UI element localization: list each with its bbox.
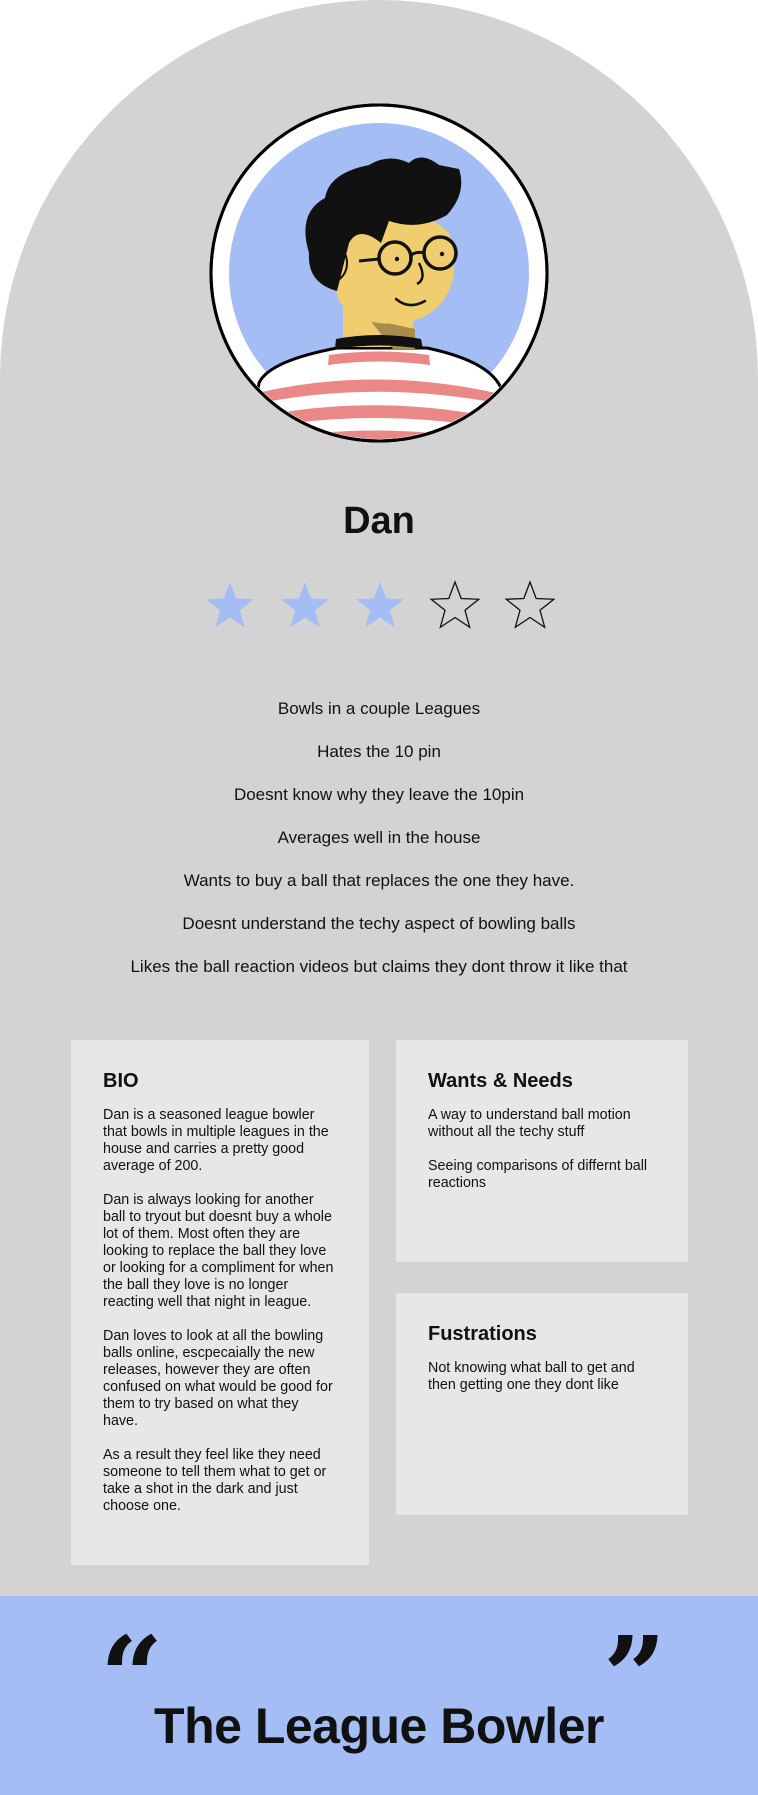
star-icon-outline [429,580,481,629]
wants-needs-title: Wants & Needs [428,1070,573,1092]
wants-needs-card: Wants & Needs A way to understand ball m… [396,1040,688,1262]
wants-needs-item: A way to understand ball motion without … [428,1107,631,1140]
frustrations-item: Not knowing what ball to get and then ge… [428,1360,635,1393]
bio-paragraph: Dan loves to look at all the bowling bal… [103,1328,333,1429]
persona-name: Dan [343,500,415,542]
persona-tagline: The League Bowler [154,1698,604,1754]
frustrations-card: Fustrations Not knowing what ball to get… [396,1293,688,1515]
star-icon-filled [281,582,329,628]
wants-needs-item: Seeing comparisons of differnt ball reac… [428,1158,648,1191]
star-icon-outline [504,580,556,629]
persona-page: Dan Bowls in a couple Leagues Hates the 1… [0,0,758,1795]
bio-paragraph: Dan is a seasoned league bowler that bow… [103,1107,329,1174]
star-icon-filled [206,582,254,628]
trait-item: Wants to buy a ball that replaces the on… [183,871,575,890]
star-icon-filled [356,582,404,628]
bio-title: BIO [103,1070,139,1092]
trait-item: Doesnt know why they leave the 10pin [233,785,525,804]
trait-item: Hates the 10 pin [317,742,441,761]
frustrations-title: Fustrations [428,1323,537,1345]
avatar [209,103,549,443]
rating-stars [204,580,556,636]
bio-paragraph: Dan is always looking for another ball t… [103,1192,334,1310]
avatar-illustration [209,103,549,443]
trait-item: Averages well in the house [277,828,481,847]
trait-list: Bowls in a couple Leagues Hates the 10 pi… [0,690,758,991]
trait-item: Likes the ball reaction videos but claim… [130,957,628,976]
trait-item: Doesnt understand the techy aspect of bo… [182,914,576,933]
trait-item: Bowls in a couple Leagues [277,699,481,718]
bio-card: BIO Dan is a seasoned league bowler that… [71,1040,369,1565]
bio-paragraph: As a result they feel like they need som… [103,1447,327,1514]
